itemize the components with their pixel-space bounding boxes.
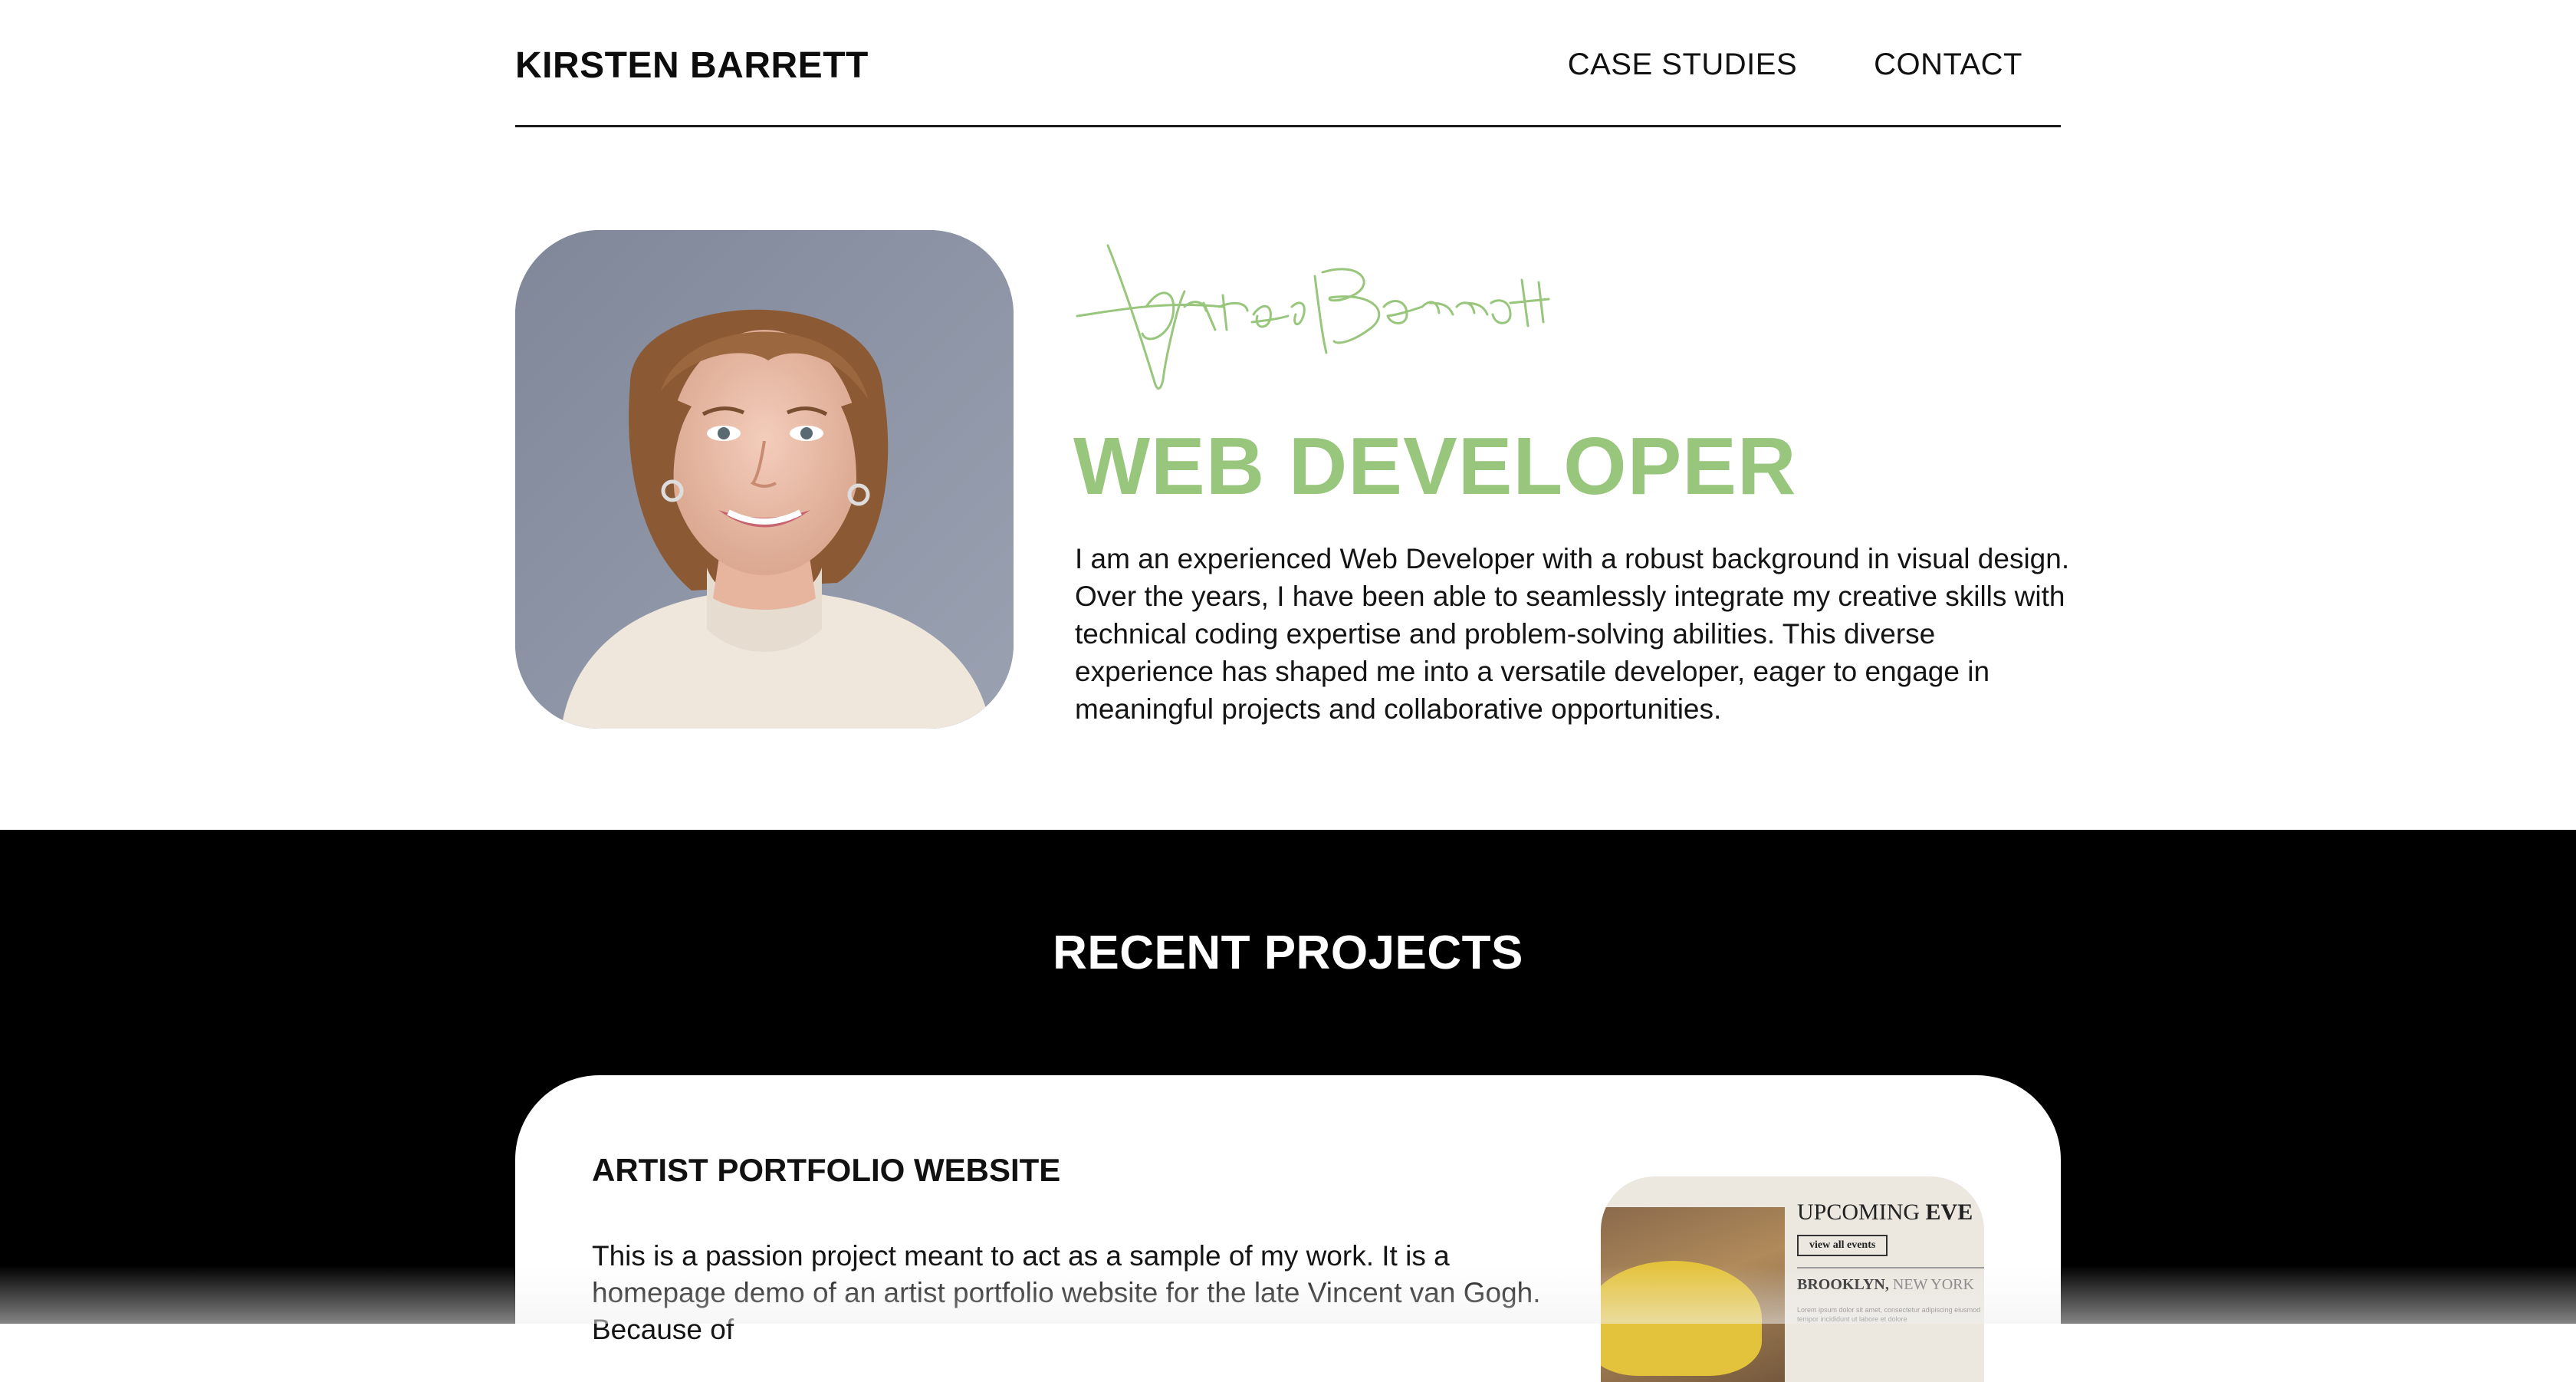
site-header: KIRSTEN BARRETT CASE STUDIES CONTACT	[515, 0, 2061, 127]
nav-case-studies[interactable]: CASE STUDIES	[1568, 48, 1797, 82]
preview-city: BROOKLYN, NEW YORK	[1797, 1276, 1974, 1294]
preview-view-events-button: view all events	[1797, 1235, 1888, 1256]
preview-upcoming-bold: EVE	[1925, 1199, 1973, 1225]
project-description: This is a passion project meant to act a…	[592, 1240, 1541, 1345]
preview-upcoming-heading: UPCOMING EVE	[1797, 1199, 1973, 1226]
signature-graphic	[1076, 244, 1550, 390]
straw-hat-shape	[1601, 1261, 1762, 1376]
preview-lorem-text: Lorem ipsum dolor sit amet, consectetur …	[1797, 1306, 1981, 1323]
recent-projects-section: RECENT PROJECTS ARTIST PORTFOLIO WEBSITE…	[0, 830, 2576, 1382]
nav-contact[interactable]: CONTACT	[1874, 48, 2022, 82]
role-heading: WEB DEVELOPER	[1073, 421, 1797, 512]
project-preview-image[interactable]: UPCOMING EVE view all events BROOKLYN, N…	[1601, 1176, 1984, 1382]
portrait-illustration	[515, 230, 1014, 729]
profile-photo	[515, 230, 1014, 729]
brand-logo[interactable]: KIRSTEN BARRETT	[515, 44, 869, 87]
preview-city-rest: NEW YORK	[1892, 1276, 1974, 1293]
preview-upcoming-label: UPCOMING	[1797, 1199, 1921, 1225]
preview-divider	[1797, 1267, 1984, 1268]
project-title: ARTIST PORTFOLIO WEBSITE	[592, 1152, 1061, 1188]
section-title: RECENT PROJECTS	[1053, 926, 1523, 979]
project-card[interactable]: ARTIST PORTFOLIO WEBSITE This is a passi…	[515, 1075, 2061, 1382]
main-nav: CASE STUDIES CONTACT	[1568, 48, 2022, 82]
bio-paragraph: I am an experienced Web Developer with a…	[1075, 543, 2070, 725]
preview-city-bold: BROOKLYN,	[1797, 1276, 1889, 1293]
